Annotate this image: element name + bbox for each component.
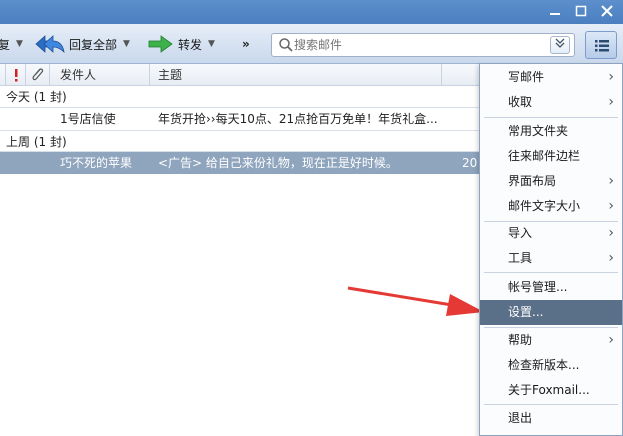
close-icon[interactable] <box>597 2 617 20</box>
paperclip-icon <box>32 68 44 81</box>
mail-sender: 巧不死的苹果 <box>60 156 133 170</box>
menu-item-about[interactable]: 关于Foxmail... <box>480 378 622 403</box>
window-controls <box>545 2 617 20</box>
menu-item-tools[interactable]: 工具 › <box>480 246 622 271</box>
menu-item-account-manager[interactable]: 帐号管理... <box>480 275 622 300</box>
column-subject[interactable]: 主题 <box>150 64 442 86</box>
menu-item-text-size[interactable]: 邮件文字大小 › <box>480 194 622 219</box>
group-today[interactable]: 今天 (1 封) <box>0 86 480 108</box>
forward-dropdown-icon[interactable]: ▼ <box>208 39 215 49</box>
forward-label: 转发 <box>178 37 203 52</box>
chevron-right-icon: › <box>608 173 614 189</box>
reply-button[interactable]: 复 ▼ <box>0 33 23 55</box>
mail-row[interactable]: 1号店信使 年货开抢››每天10点、21点抢百万免单！年货礼盒... <box>0 108 480 130</box>
column-priority[interactable] <box>6 64 26 86</box>
mail-subject: 年货开抢››每天10点、21点抢百万免单！年货礼盒... <box>158 112 438 126</box>
reply-dropdown-icon[interactable]: ▼ <box>16 39 23 49</box>
menu-item-common-folders[interactable]: 常用文件夹 <box>480 119 622 144</box>
reply-all-icon <box>35 35 65 54</box>
menu-item-layout[interactable]: 界面布局 › <box>480 169 622 194</box>
main-menu-dropdown: 写邮件 › 收取 › 常用文件夹 往来邮件边栏 界面布局 › 邮件文字大小 › 导入 › … <box>479 63 623 436</box>
title-bar <box>0 0 623 24</box>
menu-separator <box>484 404 618 405</box>
reply-all-label: 回复全部 <box>69 37 118 52</box>
chevron-right-icon: › <box>608 198 614 214</box>
more-toolbar-button[interactable]: » <box>242 33 250 55</box>
mail-list-header: 发件人 主题 <box>0 64 480 86</box>
chevron-right-icon: › <box>608 250 614 266</box>
search-options-button[interactable] <box>550 36 570 54</box>
forward-icon <box>148 35 173 53</box>
mail-sender: 1号店信使 <box>60 112 116 126</box>
double-chevron-down-icon <box>555 38 565 48</box>
minimize-icon[interactable] <box>545 2 565 20</box>
reply-all-dropdown-icon[interactable]: ▼ <box>123 39 130 49</box>
column-sender[interactable]: 发件人 <box>50 64 150 86</box>
column-date[interactable] <box>442 64 480 86</box>
reply-label: 复 <box>0 37 11 52</box>
menu-separator <box>484 117 618 118</box>
chevron-right-icon: › <box>608 69 614 85</box>
chevron-right-icon: › <box>608 332 614 348</box>
more-label: » <box>242 37 250 51</box>
mail-subject: <广告> 给自己来份礼物，现在正是好时候。 <box>158 156 398 170</box>
hamburger-icon <box>595 40 609 52</box>
forward-button[interactable]: 转发 ▼ <box>148 33 215 55</box>
menu-item-exit[interactable]: 退出 <box>480 406 622 431</box>
mail-row-selected[interactable]: 巧不死的苹果 <广告> 给自己来份礼物，现在正是好时候。 20 <box>0 152 480 174</box>
maximize-icon[interactable] <box>571 2 591 20</box>
chevron-right-icon: › <box>608 225 614 241</box>
search-box <box>271 33 575 57</box>
menu-item-help[interactable]: 帮助 › <box>480 328 622 353</box>
menu-item-import[interactable]: 导入 › <box>480 221 622 246</box>
main-menu-button[interactable] <box>585 31 617 59</box>
search-input[interactable] <box>294 37 534 53</box>
chevron-right-icon: › <box>608 94 614 110</box>
reply-all-button[interactable]: 回复全部 ▼ <box>35 33 130 55</box>
menu-item-mail-sidebar[interactable]: 往来邮件边栏 <box>480 144 622 169</box>
menu-item-check-update[interactable]: 检查新版本... <box>480 353 622 378</box>
menu-separator <box>484 272 618 273</box>
toolbar: 复 ▼ 回复全部 ▼ 转发 ▼ » <box>0 24 623 64</box>
priority-icon <box>15 69 18 82</box>
annotation-arrow-icon <box>347 286 484 316</box>
column-attachment[interactable] <box>26 64 50 86</box>
menu-item-compose[interactable]: 写邮件 › <box>480 65 622 90</box>
menu-item-receive[interactable]: 收取 › <box>480 90 622 115</box>
menu-item-settings[interactable]: 设置... <box>480 300 622 325</box>
mail-date: 20 <box>462 156 478 170</box>
search-icon <box>279 38 293 52</box>
group-last-week[interactable]: 上周 (1 封) <box>0 130 480 152</box>
